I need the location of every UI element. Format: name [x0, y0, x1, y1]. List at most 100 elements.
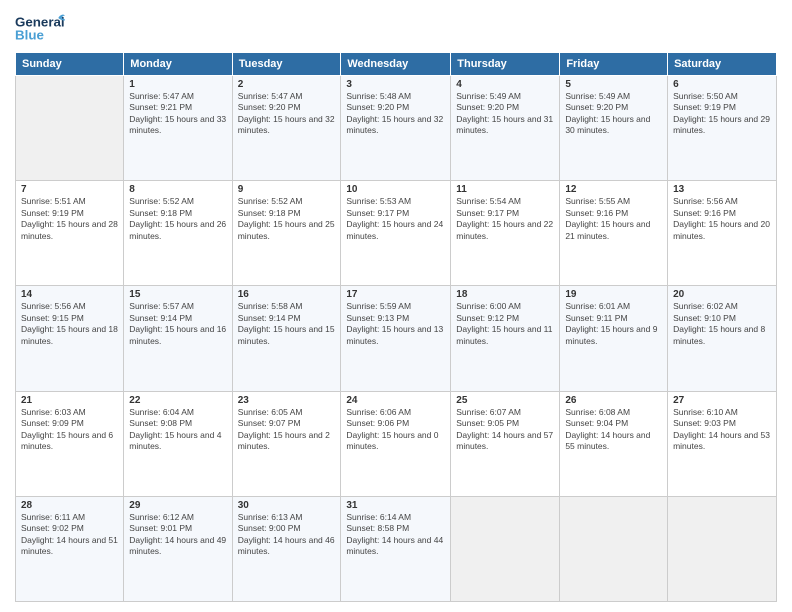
day-header-friday: Friday [560, 53, 668, 76]
calendar-cell: 5 Sunrise: 5:49 AMSunset: 9:20 PMDayligh… [560, 76, 668, 181]
calendar-cell: 24 Sunrise: 6:06 AMSunset: 9:06 PMDaylig… [341, 391, 451, 496]
cell-date: 26 [565, 395, 662, 406]
cell-info: Sunrise: 5:47 AMSunset: 9:20 PMDaylight:… [238, 91, 336, 137]
calendar-cell [560, 496, 668, 601]
calendar-cell: 7 Sunrise: 5:51 AMSunset: 9:19 PMDayligh… [16, 181, 124, 286]
calendar-cell: 3 Sunrise: 5:48 AMSunset: 9:20 PMDayligh… [341, 76, 451, 181]
calendar-cell: 8 Sunrise: 5:52 AMSunset: 9:18 PMDayligh… [124, 181, 232, 286]
day-header-wednesday: Wednesday [341, 53, 451, 76]
cell-info: Sunrise: 5:57 AMSunset: 9:14 PMDaylight:… [129, 301, 226, 347]
cell-info: Sunrise: 5:49 AMSunset: 9:20 PMDaylight:… [456, 91, 554, 137]
calendar-cell: 29 Sunrise: 6:12 AMSunset: 9:01 PMDaylig… [124, 496, 232, 601]
cell-date: 7 [21, 184, 118, 195]
cell-date: 2 [238, 79, 336, 90]
cell-info: Sunrise: 6:11 AMSunset: 9:02 PMDaylight:… [21, 512, 118, 558]
cell-info: Sunrise: 6:06 AMSunset: 9:06 PMDaylight:… [346, 407, 445, 453]
calendar-cell [668, 496, 777, 601]
header: General Blue [15, 10, 777, 46]
cell-date: 11 [456, 184, 554, 195]
cell-info: Sunrise: 5:56 AMSunset: 9:16 PMDaylight:… [673, 196, 771, 242]
cell-date: 5 [565, 79, 662, 90]
calendar-cell: 11 Sunrise: 5:54 AMSunset: 9:17 PMDaylig… [451, 181, 560, 286]
cell-info: Sunrise: 5:49 AMSunset: 9:20 PMDaylight:… [565, 91, 662, 137]
cell-info: Sunrise: 6:02 AMSunset: 9:10 PMDaylight:… [673, 301, 771, 347]
calendar-cell: 14 Sunrise: 5:56 AMSunset: 9:15 PMDaylig… [16, 286, 124, 391]
cell-date: 29 [129, 500, 226, 511]
logo: General Blue [15, 10, 65, 46]
cell-info: Sunrise: 5:53 AMSunset: 9:17 PMDaylight:… [346, 196, 445, 242]
cell-info: Sunrise: 5:50 AMSunset: 9:19 PMDaylight:… [673, 91, 771, 137]
calendar-cell: 16 Sunrise: 5:58 AMSunset: 9:14 PMDaylig… [232, 286, 341, 391]
calendar-cell: 25 Sunrise: 6:07 AMSunset: 9:05 PMDaylig… [451, 391, 560, 496]
cell-info: Sunrise: 6:03 AMSunset: 9:09 PMDaylight:… [21, 407, 118, 453]
day-header-sunday: Sunday [16, 53, 124, 76]
cell-info: Sunrise: 5:55 AMSunset: 9:16 PMDaylight:… [565, 196, 662, 242]
cell-date: 17 [346, 289, 445, 300]
calendar-cell: 17 Sunrise: 5:59 AMSunset: 9:13 PMDaylig… [341, 286, 451, 391]
cell-info: Sunrise: 6:14 AMSunset: 8:58 PMDaylight:… [346, 512, 445, 558]
cell-info: Sunrise: 6:13 AMSunset: 9:00 PMDaylight:… [238, 512, 336, 558]
cell-date: 20 [673, 289, 771, 300]
page: General Blue SundayMondayTuesdayWednesda… [0, 0, 792, 612]
calendar-cell: 13 Sunrise: 5:56 AMSunset: 9:16 PMDaylig… [668, 181, 777, 286]
calendar-cell: 4 Sunrise: 5:49 AMSunset: 9:20 PMDayligh… [451, 76, 560, 181]
cell-date: 24 [346, 395, 445, 406]
calendar-cell [16, 76, 124, 181]
cell-info: Sunrise: 6:00 AMSunset: 9:12 PMDaylight:… [456, 301, 554, 347]
calendar-cell: 9 Sunrise: 5:52 AMSunset: 9:18 PMDayligh… [232, 181, 341, 286]
cell-info: Sunrise: 5:51 AMSunset: 9:19 PMDaylight:… [21, 196, 118, 242]
calendar-cell: 10 Sunrise: 5:53 AMSunset: 9:17 PMDaylig… [341, 181, 451, 286]
week-row-2: 14 Sunrise: 5:56 AMSunset: 9:15 PMDaylig… [16, 286, 777, 391]
calendar-cell: 6 Sunrise: 5:50 AMSunset: 9:19 PMDayligh… [668, 76, 777, 181]
cell-date: 3 [346, 79, 445, 90]
cell-date: 27 [673, 395, 771, 406]
cell-date: 16 [238, 289, 336, 300]
cell-date: 25 [456, 395, 554, 406]
cell-date: 4 [456, 79, 554, 90]
calendar-cell: 27 Sunrise: 6:10 AMSunset: 9:03 PMDaylig… [668, 391, 777, 496]
calendar-cell: 23 Sunrise: 6:05 AMSunset: 9:07 PMDaylig… [232, 391, 341, 496]
day-header-thursday: Thursday [451, 53, 560, 76]
cell-info: Sunrise: 6:01 AMSunset: 9:11 PMDaylight:… [565, 301, 662, 347]
cell-info: Sunrise: 5:52 AMSunset: 9:18 PMDaylight:… [238, 196, 336, 242]
cell-date: 1 [129, 79, 226, 90]
calendar-cell: 15 Sunrise: 5:57 AMSunset: 9:14 PMDaylig… [124, 286, 232, 391]
calendar-cell: 22 Sunrise: 6:04 AMSunset: 9:08 PMDaylig… [124, 391, 232, 496]
cell-info: Sunrise: 5:56 AMSunset: 9:15 PMDaylight:… [21, 301, 118, 347]
cell-info: Sunrise: 6:07 AMSunset: 9:05 PMDaylight:… [456, 407, 554, 453]
cell-date: 13 [673, 184, 771, 195]
cell-info: Sunrise: 6:10 AMSunset: 9:03 PMDaylight:… [673, 407, 771, 453]
cell-date: 28 [21, 500, 118, 511]
cell-date: 19 [565, 289, 662, 300]
calendar-cell: 28 Sunrise: 6:11 AMSunset: 9:02 PMDaylig… [16, 496, 124, 601]
day-header-monday: Monday [124, 53, 232, 76]
cell-info: Sunrise: 6:05 AMSunset: 9:07 PMDaylight:… [238, 407, 336, 453]
calendar-cell: 18 Sunrise: 6:00 AMSunset: 9:12 PMDaylig… [451, 286, 560, 391]
calendar-cell: 19 Sunrise: 6:01 AMSunset: 9:11 PMDaylig… [560, 286, 668, 391]
calendar-body: 1 Sunrise: 5:47 AMSunset: 9:21 PMDayligh… [16, 76, 777, 602]
cell-date: 21 [21, 395, 118, 406]
cell-date: 30 [238, 500, 336, 511]
week-row-1: 7 Sunrise: 5:51 AMSunset: 9:19 PMDayligh… [16, 181, 777, 286]
calendar-header-row: SundayMondayTuesdayWednesdayThursdayFrid… [16, 53, 777, 76]
cell-date: 8 [129, 184, 226, 195]
cell-date: 22 [129, 395, 226, 406]
calendar-cell: 12 Sunrise: 5:55 AMSunset: 9:16 PMDaylig… [560, 181, 668, 286]
calendar-cell: 30 Sunrise: 6:13 AMSunset: 9:00 PMDaylig… [232, 496, 341, 601]
calendar-cell: 21 Sunrise: 6:03 AMSunset: 9:09 PMDaylig… [16, 391, 124, 496]
cell-info: Sunrise: 6:04 AMSunset: 9:08 PMDaylight:… [129, 407, 226, 453]
cell-info: Sunrise: 5:47 AMSunset: 9:21 PMDaylight:… [129, 91, 226, 137]
calendar-cell: 2 Sunrise: 5:47 AMSunset: 9:20 PMDayligh… [232, 76, 341, 181]
calendar-cell: 26 Sunrise: 6:08 AMSunset: 9:04 PMDaylig… [560, 391, 668, 496]
cell-info: Sunrise: 5:54 AMSunset: 9:17 PMDaylight:… [456, 196, 554, 242]
svg-text:Blue: Blue [15, 28, 44, 43]
cell-info: Sunrise: 5:52 AMSunset: 9:18 PMDaylight:… [129, 196, 226, 242]
cell-date: 10 [346, 184, 445, 195]
cell-info: Sunrise: 5:48 AMSunset: 9:20 PMDaylight:… [346, 91, 445, 137]
day-header-tuesday: Tuesday [232, 53, 341, 76]
calendar-cell: 20 Sunrise: 6:02 AMSunset: 9:10 PMDaylig… [668, 286, 777, 391]
calendar-cell: 31 Sunrise: 6:14 AMSunset: 8:58 PMDaylig… [341, 496, 451, 601]
week-row-4: 28 Sunrise: 6:11 AMSunset: 9:02 PMDaylig… [16, 496, 777, 601]
calendar-table: SundayMondayTuesdayWednesdayThursdayFrid… [15, 52, 777, 602]
cell-date: 12 [565, 184, 662, 195]
